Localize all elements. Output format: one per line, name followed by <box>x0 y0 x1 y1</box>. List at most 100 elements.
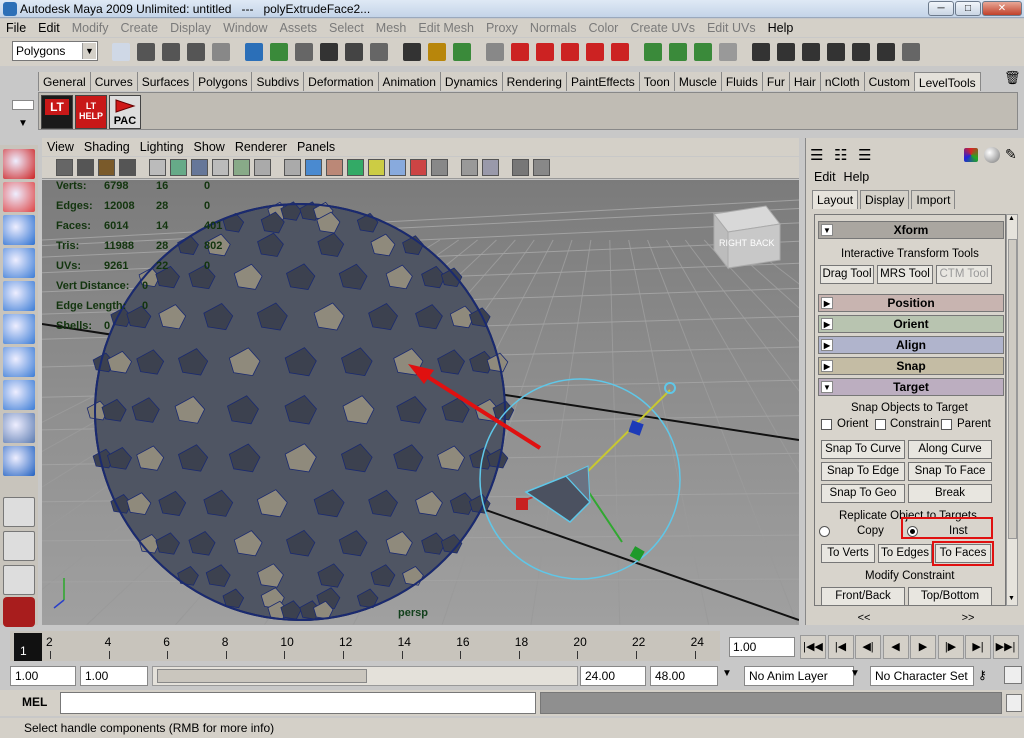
make-live-icon[interactable] <box>370 43 388 61</box>
select-object-icon[interactable] <box>212 43 230 61</box>
snap-curve-icon[interactable] <box>295 43 313 61</box>
shelf-tab-dynamics[interactable]: Dynamics <box>439 72 502 91</box>
lt-shelf-button[interactable]: LT <box>41 95 73 129</box>
shadows-icon[interactable] <box>389 159 406 176</box>
shelf-tab-surfaces[interactable]: Surfaces <box>136 72 194 91</box>
tab-import[interactable]: Import <box>911 190 956 209</box>
xray-joints-icon[interactable] <box>431 159 448 176</box>
snap-to-geo-button[interactable]: Snap To Geo <box>821 484 905 503</box>
snap-to-curve-button[interactable]: Snap To Curve <box>821 440 905 459</box>
render-settings-icon[interactable] <box>719 43 737 61</box>
paint-select-tool-icon[interactable] <box>3 215 35 245</box>
shelf-tab-deformation[interactable]: Deformation <box>303 72 378 91</box>
section-orient[interactable]: ▶ Orient <box>818 315 1004 333</box>
hud-icon[interactable] <box>533 159 550 176</box>
bookmark-icon[interactable] <box>98 159 115 176</box>
history-icon[interactable] <box>403 43 421 61</box>
lock-icon[interactable] <box>428 43 446 61</box>
menu-edit-uvs[interactable]: Edit UVs <box>701 21 762 35</box>
clapper-icon-5[interactable] <box>877 43 895 61</box>
magnet-icon-5[interactable] <box>611 43 629 61</box>
viewport-menu-view[interactable]: View <box>42 140 79 154</box>
camera-attr-icon[interactable] <box>77 159 94 176</box>
layout-outliner-icon[interactable] <box>3 565 35 595</box>
open-scene-icon[interactable] <box>137 43 155 61</box>
shelf-tab-leveltools[interactable]: LevelTools <box>913 72 981 91</box>
menu-assets[interactable]: Assets <box>274 21 324 35</box>
shelf-tab-fluids[interactable]: Fluids <box>720 72 762 91</box>
menu-modify[interactable]: Modify <box>66 21 115 35</box>
view-cube[interactable]: RIGHT BACK <box>713 205 781 270</box>
playback-start-field[interactable]: 1.00 <box>80 666 148 686</box>
menu-create[interactable]: Create <box>115 21 165 35</box>
camera-icon[interactable] <box>56 159 73 176</box>
soft-mod-tool-icon[interactable] <box>3 380 35 410</box>
ipr-icon[interactable] <box>694 43 712 61</box>
menu-color[interactable]: Color <box>582 21 624 35</box>
end-time-field[interactable]: 48.00 <box>650 666 718 686</box>
clapper-icon[interactable] <box>777 43 795 61</box>
grid-icon[interactable] <box>149 159 166 176</box>
list-icon-3[interactable]: ☰ <box>858 146 871 164</box>
select-component-icon[interactable] <box>245 43 263 61</box>
current-time-field[interactable]: 1.00 <box>729 637 795 657</box>
frame-selected-icon[interactable] <box>512 159 529 176</box>
section-position[interactable]: ▶ Position <box>818 294 1004 312</box>
show-manipulator-icon[interactable] <box>3 413 35 443</box>
snap-to-edge-button[interactable]: Snap To Edge <box>821 462 905 481</box>
shelf-tab-toon[interactable]: Toon <box>638 72 674 91</box>
wire-on-shaded-icon[interactable] <box>326 159 343 176</box>
go-to-start-icon[interactable]: |◀◀ <box>800 635 826 659</box>
perspective-viewport[interactable]: RIGHT BACK Verts: 6798 16 0 Edges: 12008 28 0 Fac… <box>42 180 799 625</box>
viewport-menu-panels[interactable]: Panels <box>292 140 340 154</box>
section-snap[interactable]: ▶ Snap <box>818 357 1004 375</box>
shelf-tab-polygons[interactable]: Polygons <box>193 72 252 91</box>
range-slider[interactable] <box>152 666 578 686</box>
maximize-button[interactable]: □ <box>955 1 981 16</box>
minimize-button[interactable]: ─ <box>928 1 954 16</box>
viewport-menu-lighting[interactable]: Lighting <box>135 140 189 154</box>
magnet-icon-4[interactable] <box>586 43 604 61</box>
new-scene-icon[interactable] <box>112 43 130 61</box>
list-icon-2[interactable]: ☷ <box>834 146 847 164</box>
viewport-menu-shading[interactable]: Shading <box>79 140 135 154</box>
snap-to-face-button[interactable]: Snap To Face <box>908 462 992 481</box>
rotate-tool-icon[interactable] <box>3 281 35 311</box>
menu-edit[interactable]: Edit <box>32 21 66 35</box>
mrs-tool-button[interactable]: MRS Tool <box>877 265 933 284</box>
universal-manipulator-icon[interactable] <box>3 347 35 377</box>
ctm-tool-button[interactable]: CTM Tool <box>936 265 992 284</box>
shelf-tab-hair[interactable]: Hair <box>788 72 820 91</box>
menu-help[interactable]: Help <box>762 21 800 35</box>
list-icon[interactable]: ☰ <box>810 146 823 164</box>
input-ops-icon[interactable] <box>453 43 471 61</box>
smooth-shade-icon[interactable] <box>305 159 322 176</box>
channel-box-icon[interactable] <box>752 43 770 61</box>
go-to-end-icon[interactable]: ▶▶| <box>992 635 1019 659</box>
chevron-down-icon[interactable]: ▼ <box>850 668 860 679</box>
last-tool-icon[interactable] <box>3 446 35 476</box>
manip-pivot-icon[interactable] <box>664 382 676 394</box>
isolate-icon[interactable] <box>461 159 478 176</box>
along-curve-button[interactable]: Along Curve <box>908 440 992 459</box>
mel-label[interactable]: MEL <box>22 695 47 709</box>
tab-layout[interactable]: Layout <box>812 190 859 209</box>
orient-checkbox[interactable] <box>821 419 832 430</box>
image-plane-icon[interactable] <box>119 159 136 176</box>
shelf-tab-general[interactable]: General <box>38 72 90 91</box>
menu-create-uvs[interactable]: Create UVs <box>624 21 701 35</box>
field-chart-icon[interactable] <box>254 159 271 176</box>
save-scene-icon[interactable] <box>162 43 180 61</box>
step-back-key-icon[interactable]: ◀| <box>855 635 881 659</box>
pin-icon[interactable]: ✎ <box>1005 146 1017 163</box>
safe-action-icon[interactable] <box>233 159 250 176</box>
nav-prev-button[interactable]: << <box>814 612 914 624</box>
command-input[interactable] <box>60 692 536 714</box>
maya-logo-icon[interactable] <box>3 597 35 627</box>
character-set-dropdown[interactable]: No Character Set <box>870 666 974 686</box>
nav-next-button[interactable]: >> <box>918 612 1018 624</box>
range-slider-thumb[interactable] <box>157 669 367 683</box>
output-ops-icon[interactable] <box>486 43 504 61</box>
drag-tool-button[interactable]: Drag Tool <box>820 265 874 284</box>
pac-shelf-button[interactable]: PAC <box>109 95 141 129</box>
